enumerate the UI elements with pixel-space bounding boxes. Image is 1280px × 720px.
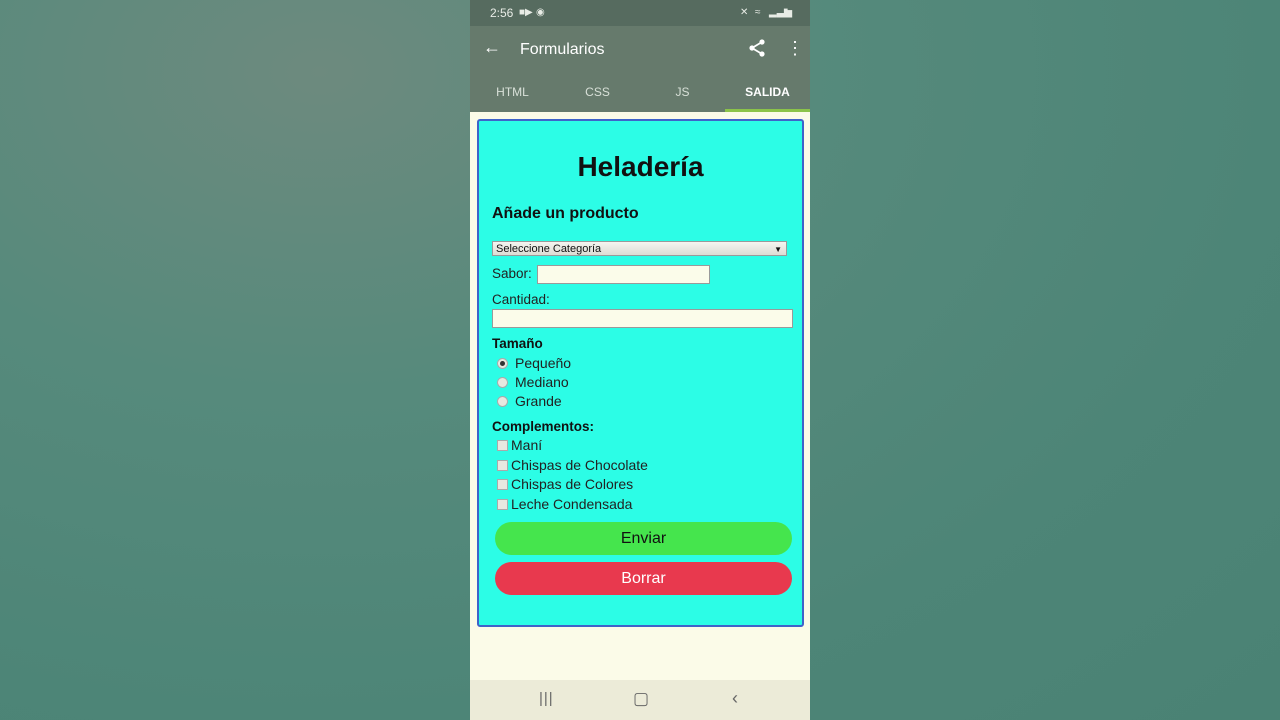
back-nav-icon[interactable]: ‹ <box>732 688 738 709</box>
size-option-grande[interactable]: Grande <box>497 393 562 409</box>
category-select-value: Seleccione Categoría <box>496 243 602 255</box>
size-option-label: Pequeño <box>515 355 572 371</box>
mute-icon: ✕ <box>740 7 749 18</box>
toppings-legend: Complementos: <box>492 419 595 434</box>
form-subtitle: Añade un producto <box>492 205 639 222</box>
size-legend: Tamaño <box>492 336 543 351</box>
status-bar: 2:56 ■▶ ◉ ✕ ≈ ▂▃▅ ▮ <box>470 0 810 26</box>
dropdown-caret-icon: ▼ <box>774 245 782 254</box>
flavor-input[interactable] <box>537 265 710 284</box>
checkbox[interactable] <box>497 498 508 510</box>
app-title: Formularios <box>520 41 605 58</box>
tab-salida[interactable]: SALIDA <box>725 72 810 112</box>
size-option-mediano[interactable]: Mediano <box>497 374 569 390</box>
topping-option-label: Chispas de Chocolate <box>511 457 648 473</box>
system-nav-bar: ||| ▢ ‹ <box>470 680 810 720</box>
category-select[interactable]: Seleccione Categoría ▼ <box>492 241 787 256</box>
quantity-input[interactable] <box>492 309 793 328</box>
size-option-label: Grande <box>515 393 562 409</box>
tab-css[interactable]: CSS <box>555 72 640 112</box>
flavor-label: Sabor: <box>492 266 532 281</box>
topping-option-label: Chispas de Colores <box>511 476 634 492</box>
topping-option-leche-condensada[interactable]: Leche Condensada <box>497 496 632 512</box>
signal-icon: ▂▃▅ <box>769 7 793 18</box>
quantity-label: Cantidad: <box>492 292 550 307</box>
size-option-pequeno[interactable]: Pequeño <box>497 355 571 371</box>
topping-option-mani[interactable]: Maní <box>497 437 542 453</box>
page-title: Heladería <box>577 151 704 182</box>
checkbox[interactable] <box>497 439 508 451</box>
submit-button[interactable]: Enviar <box>495 522 792 555</box>
video-record-icon: ■▶ <box>519 7 533 18</box>
topping-option-label: Maní <box>511 437 543 453</box>
topping-option-label: Leche Condensada <box>511 496 633 512</box>
checkbox[interactable] <box>497 478 508 490</box>
checkbox[interactable] <box>497 459 508 471</box>
topping-option-chispas-colores[interactable]: Chispas de Colores <box>497 476 633 492</box>
form-card: Heladería Añade un producto Seleccione C… <box>477 119 804 627</box>
tab-html[interactable]: HTML <box>470 72 555 112</box>
radio-button[interactable] <box>497 357 508 369</box>
app-bar: ← Formularios ⋮ <box>470 26 810 72</box>
back-arrow-icon[interactable]: ← <box>483 37 501 58</box>
camera-icon: ◉ <box>536 7 545 18</box>
radio-button[interactable] <box>497 395 508 407</box>
size-option-label: Mediano <box>515 374 569 390</box>
status-time: 2:56 <box>490 6 514 20</box>
reset-button[interactable]: Borrar <box>495 562 792 595</box>
phone-screen: 2:56 ■▶ ◉ ✕ ≈ ▂▃▅ ▮ ← Formularios ⋮ HTML… <box>470 0 810 720</box>
topping-option-chispas-chocolate[interactable]: Chispas de Chocolate <box>497 457 648 473</box>
wifi-icon: ≈ <box>755 7 761 18</box>
recent-apps-icon[interactable]: ||| <box>539 690 554 707</box>
tab-js[interactable]: JS <box>640 72 725 112</box>
battery-icon: ▮ <box>783 7 789 18</box>
home-icon[interactable]: ▢ <box>633 689 649 709</box>
radio-button[interactable] <box>497 376 508 388</box>
tab-bar: HTML CSS JS SALIDA <box>470 72 810 112</box>
more-options-icon[interactable]: ⋮ <box>786 39 804 57</box>
share-icon[interactable] <box>747 38 767 58</box>
